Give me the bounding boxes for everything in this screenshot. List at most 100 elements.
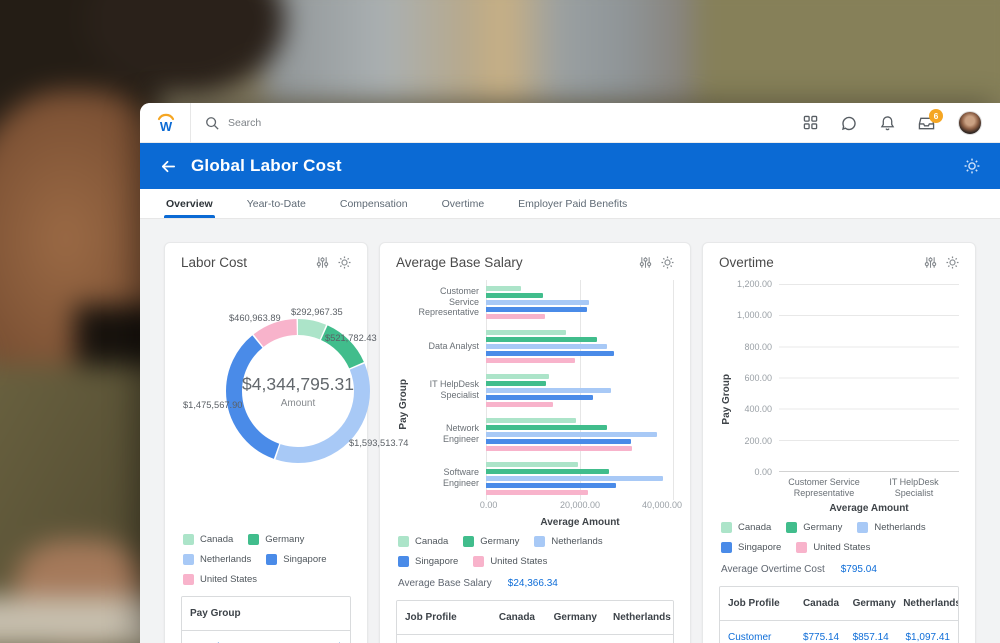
- sliders-icon[interactable]: [924, 256, 937, 269]
- row-link[interactable]: Customer Service Representative: [728, 632, 795, 643]
- inbox-tray-icon[interactable]: 6: [918, 115, 935, 131]
- gear-icon[interactable]: [661, 256, 674, 269]
- bar-netherlands[interactable]: [486, 476, 663, 481]
- bar-netherlands[interactable]: [486, 344, 607, 349]
- bar-united-states[interactable]: [486, 314, 545, 319]
- tab-year-to-date[interactable]: Year-to-Date: [247, 189, 306, 218]
- workday-logo[interactable]: W: [154, 111, 178, 135]
- bar-canada[interactable]: [486, 462, 578, 467]
- bar-united-states[interactable]: [486, 358, 575, 363]
- bar-germany[interactable]: [486, 381, 546, 386]
- bar-singapore[interactable]: [486, 439, 631, 444]
- legend-chip[interactable]: [721, 542, 732, 553]
- card-overtime: Overtime Pay Group 0.00200.00400.00600.0…: [702, 242, 976, 643]
- card-title: Average Base Salary: [396, 255, 523, 270]
- divider: [190, 103, 191, 143]
- back-arrow-icon[interactable]: [160, 158, 177, 175]
- y-tick: 800.00: [744, 342, 772, 352]
- legend-chip[interactable]: [248, 534, 259, 545]
- bar-singapore[interactable]: [486, 351, 614, 356]
- job-profile-table: Job ProfileCanadaGermanyNetherlandsCusto…: [719, 586, 959, 643]
- bar-united-states[interactable]: [486, 402, 553, 407]
- legend-chip[interactable]: [183, 574, 194, 585]
- bar-netherlands[interactable]: [486, 300, 589, 305]
- svg-text:W: W: [160, 119, 173, 134]
- legend-chip[interactable]: [534, 536, 545, 547]
- legend-chip[interactable]: [463, 536, 474, 547]
- avatar[interactable]: [958, 111, 982, 135]
- bar-germany[interactable]: [486, 425, 607, 430]
- gear-icon[interactable]: [338, 256, 351, 269]
- bar-united-states[interactable]: [486, 446, 632, 451]
- legend-item-germany: Germany: [463, 536, 519, 547]
- donut-label-germany: $521,782.43: [325, 333, 377, 343]
- category-label: Software Engineer: [410, 456, 486, 500]
- gear-icon[interactable]: [946, 256, 959, 269]
- tab-compensation[interactable]: Compensation: [340, 189, 408, 218]
- bar-netherlands[interactable]: [486, 388, 611, 393]
- bar-canada[interactable]: [486, 374, 549, 379]
- bar-canada[interactable]: [486, 330, 566, 335]
- legend-label: Canada: [738, 522, 771, 533]
- pay-group-table: Pay GroupCanada$Germany$: [181, 596, 351, 643]
- legend-chip[interactable]: [183, 554, 194, 565]
- tab-employer-paid-benefits[interactable]: Employer Paid Benefits: [518, 189, 627, 218]
- legend-chip[interactable]: [183, 534, 194, 545]
- summary-value[interactable]: $795.04: [841, 564, 877, 575]
- bar-singapore[interactable]: [486, 483, 616, 488]
- bar-singapore[interactable]: [486, 395, 593, 400]
- bar-united-states[interactable]: [486, 490, 588, 495]
- vertical-bar-chart: Pay Group 0.00200.00400.00600.00800.001,…: [719, 284, 959, 514]
- tab-overview[interactable]: Overview: [166, 189, 213, 218]
- bar-germany[interactable]: [486, 293, 543, 298]
- column-header: Netherlands: [605, 601, 673, 635]
- legend-chip[interactable]: [786, 522, 797, 533]
- bar-germany[interactable]: [486, 469, 609, 474]
- legend-chip[interactable]: [721, 522, 732, 533]
- value-link[interactable]: $1,097.41: [906, 632, 951, 643]
- legend-chip[interactable]: [796, 542, 807, 553]
- bar-group: [486, 456, 674, 500]
- legend-item-canada: Canada: [721, 522, 771, 533]
- column-header: Germany: [543, 601, 605, 635]
- x-tick: 40,000.00: [642, 500, 682, 510]
- search-input[interactable]: Search: [228, 117, 261, 129]
- legend-chip[interactable]: [473, 556, 484, 567]
- legend-chip[interactable]: [398, 536, 409, 547]
- sliders-icon[interactable]: [639, 256, 652, 269]
- legend-chip[interactable]: [266, 554, 277, 565]
- tab-overtime[interactable]: Overtime: [442, 189, 485, 218]
- dashboard-content: Labor Cost $4,344,795.31 Amount $292,967…: [140, 219, 1000, 643]
- bar-singapore[interactable]: [486, 307, 587, 312]
- bar-canada[interactable]: [486, 418, 576, 423]
- apps-grid-icon[interactable]: [803, 115, 818, 130]
- gear-icon[interactable]: [964, 158, 980, 174]
- legend-label: Netherlands: [551, 536, 602, 547]
- notifications-bell-icon[interactable]: [880, 115, 895, 131]
- search-icon[interactable]: [205, 116, 219, 130]
- y-tick: 1,200.00: [737, 279, 772, 289]
- chart-legend: CanadaGermanyNetherlandsSingaporeUnited …: [719, 522, 959, 553]
- legend-label: Germany: [265, 534, 304, 545]
- legend-label: Singapore: [283, 554, 326, 565]
- summary-value[interactable]: $24,366.34: [508, 578, 558, 589]
- bar-netherlands[interactable]: [486, 432, 657, 437]
- value-link[interactable]: $775.14: [803, 632, 839, 643]
- value-cell: $12,047.41: [543, 635, 605, 643]
- y-axis-ticks: 0.00200.00400.00600.00800.001,000.001,20…: [733, 284, 779, 472]
- bar-group: [486, 280, 674, 324]
- legend-label: Germany: [803, 522, 842, 533]
- legend-chip[interactable]: [398, 556, 409, 567]
- chat-icon[interactable]: [841, 115, 857, 131]
- bar-canada[interactable]: [486, 286, 521, 291]
- tabs-bar: Overview Year-to-Date Compensation Overtime…: [140, 189, 1000, 219]
- plot-area: [779, 284, 959, 472]
- value-cell: $: [290, 631, 350, 643]
- legend-item-united-states: United States: [473, 556, 547, 567]
- value-link[interactable]: $857.14: [853, 632, 889, 643]
- bar-germany[interactable]: [486, 337, 597, 342]
- sliders-icon[interactable]: [316, 256, 329, 269]
- column-header: Germany: [845, 587, 896, 621]
- column-header: Pay Group: [182, 597, 290, 631]
- legend-chip[interactable]: [857, 522, 868, 533]
